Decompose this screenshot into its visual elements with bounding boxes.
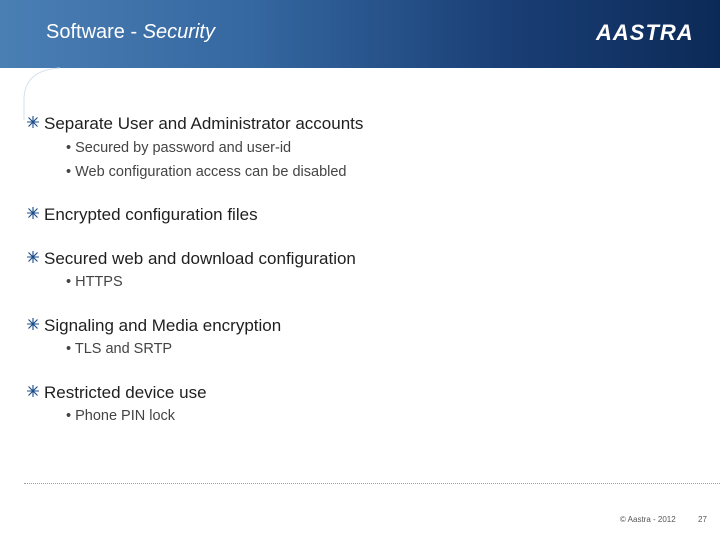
sub-bullet-pin-lock: • Phone PIN lock [66,408,176,424]
sub-bullet-password: • Secured by password and user-id [66,140,292,156]
bullet-restricted-device: Restricted device use [44,383,207,402]
footer-divider [24,483,720,484]
bullet-secured-web: Secured web and download configuration [44,249,356,268]
title-main: Software - [46,21,143,43]
sub-bullet-tls-srtp: • TLS and SRTP [66,341,173,357]
aastra-logo: AASTRA [596,20,694,45]
bullet-signaling-media: Signaling and Media encryption [44,316,282,335]
bullet-encrypted-config: Encrypted configuration files [44,205,258,224]
star-bullet-icon [27,116,39,128]
star-bullet-icon [27,207,39,219]
title-italic: Security [142,21,215,43]
star-bullet-icon [27,318,39,330]
star-bullet-icon [27,251,39,263]
slide-title: Software - Security [46,21,215,44]
sub-bullet-https: • HTTPS [66,274,123,290]
sub-bullet-web-config: • Web configuration access can be disabl… [66,164,347,180]
page-number: 27 [698,515,707,524]
star-bullet-icon [27,385,39,397]
footer-copyright: © Aastra - 2012 [620,515,676,524]
bullet-separate-accounts: Separate User and Administrator accounts [44,114,364,133]
